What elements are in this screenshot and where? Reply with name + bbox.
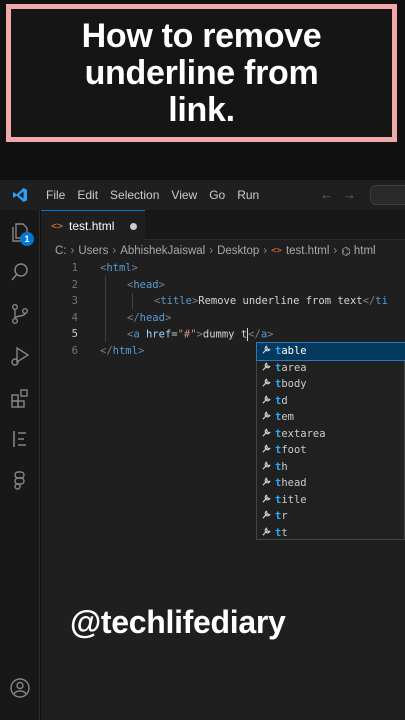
wrench-icon (257, 493, 275, 507)
chevron-right-icon: › (112, 245, 117, 257)
title-banner: How to remove underline from link. (6, 4, 397, 142)
suggest-item-tem[interactable]: tem (257, 409, 405, 426)
banner-title-line-1: How to remove (81, 16, 322, 55)
banner-title: How to remove underline from link. (17, 16, 387, 129)
arrow-left-icon[interactable]: ← (320, 187, 343, 202)
explorer-badge: 1 (20, 232, 34, 246)
suggest-item-label: tfoot (275, 444, 307, 457)
chevron-right-icon: › (263, 245, 268, 257)
vscode-logo-icon (0, 180, 40, 210)
suggest-item-tt[interactable]: tt (257, 525, 405, 542)
suggest-item-label: title (275, 493, 307, 506)
unsaved-dot-icon[interactable] (130, 223, 137, 230)
line-number: 6 (71, 344, 78, 357)
chevron-right-icon: › (70, 245, 75, 257)
suggest-item-table[interactable]: table (256, 342, 405, 361)
search-icon[interactable] (8, 260, 32, 284)
line-number: 2 (71, 278, 78, 291)
suggest-item-tr[interactable]: tr (257, 508, 405, 525)
suggest-item-label: thead (275, 477, 307, 490)
suggest-item-tarea[interactable]: tarea (257, 360, 405, 377)
breadcrumb-drive[interactable]: C: (55, 245, 67, 257)
nav-arrows: ←→ (320, 187, 366, 202)
suggest-item-textarea[interactable]: textarea (257, 426, 405, 443)
account-icon[interactable] (8, 676, 32, 700)
wrench-icon (257, 344, 275, 358)
suggest-widget: table tarea tbody td tem textarea tfoot th thead… (256, 342, 405, 540)
wrench-icon (257, 377, 275, 391)
tab-test-html[interactable]: <> test.html (41, 210, 145, 241)
suggest-item-label: td (275, 394, 288, 407)
arrow-right-icon[interactable]: → (343, 187, 366, 202)
line-number: 1 (71, 262, 78, 275)
suggest-item-label: th (275, 460, 288, 473)
wrench-icon (257, 361, 275, 375)
breadcrumb: C: › Users › AbhishekJaiswal › Desktop ›… (55, 242, 376, 260)
menu-go[interactable]: Go (203, 188, 231, 202)
suggest-item-thead[interactable]: thead (257, 475, 405, 492)
suggest-item-label: table (275, 345, 307, 358)
breadcrumb-symbol[interactable]: html (354, 245, 376, 257)
html-file-icon: <> (51, 220, 64, 232)
testing-icon[interactable] (8, 427, 32, 451)
menu-run[interactable]: Run (231, 188, 265, 202)
line-number: 4 (71, 311, 78, 324)
banner-title-line-2: underline from (84, 53, 319, 92)
command-center-input[interactable] (370, 185, 405, 205)
run-debug-icon[interactable] (8, 344, 32, 368)
wrench-icon (257, 476, 275, 490)
banner-title-line-3: link. (168, 90, 235, 129)
suggest-item-td[interactable]: td (257, 393, 405, 410)
wrench-icon (257, 460, 275, 474)
chevron-right-icon: › (209, 245, 214, 257)
wrench-icon (257, 394, 275, 408)
suggest-item-label: tbody (275, 378, 307, 391)
remote-icon[interactable] (8, 468, 32, 492)
extensions-icon[interactable] (8, 386, 32, 410)
symbol-element-icon: ⌬ (341, 245, 351, 258)
suggest-item-tfoot[interactable]: tfoot (257, 442, 405, 459)
activity-bar (0, 210, 40, 720)
wrench-icon (257, 509, 275, 523)
watermark-handle: @techlifediary (70, 604, 286, 640)
tab-label: test.html (69, 219, 115, 233)
code-line: 5 <a href="#">dummy t</a> (41, 326, 405, 343)
menu-view[interactable]: View (165, 188, 203, 202)
wrench-icon (257, 427, 275, 441)
suggest-item-label: textarea (275, 427, 326, 440)
tab-bar: <> test.html (41, 210, 405, 241)
code-line: 3 <title>Remove underline from text</ti (41, 293, 405, 310)
breadcrumb-users[interactable]: Users (78, 245, 108, 257)
breadcrumb-desktop[interactable]: Desktop (217, 245, 259, 257)
suggest-item-label: tem (275, 411, 294, 424)
breadcrumb-file[interactable]: test.html (286, 245, 329, 257)
wrench-icon (257, 443, 275, 457)
html-file-icon: <> (271, 246, 282, 256)
menu-bar: File Edit Selection View Go Run ←→ (0, 180, 405, 210)
suggest-item-tbody[interactable]: tbody (257, 376, 405, 393)
wrench-icon (257, 526, 275, 540)
suggest-item-label: tr (275, 510, 288, 523)
suggest-item-th[interactable]: th (257, 459, 405, 476)
line-number: 5 (71, 328, 78, 341)
source-control-icon[interactable] (8, 302, 32, 326)
code-line: 2 <head> (41, 277, 405, 294)
code-line: 1 <html> (41, 260, 405, 277)
suggest-item-title[interactable]: title (257, 492, 405, 509)
menu-edit[interactable]: Edit (71, 188, 104, 202)
chevron-right-icon: › (333, 245, 338, 257)
menu-file[interactable]: File (40, 188, 71, 202)
code-line: 4 </head> (41, 310, 405, 327)
breadcrumb-user[interactable]: AbhishekJaiswal (120, 245, 205, 257)
suggest-item-label: tarea (275, 361, 307, 374)
menu-selection[interactable]: Selection (104, 188, 165, 202)
line-number: 3 (71, 295, 78, 308)
suggest-item-label: tt (275, 526, 288, 539)
wrench-icon (257, 410, 275, 424)
